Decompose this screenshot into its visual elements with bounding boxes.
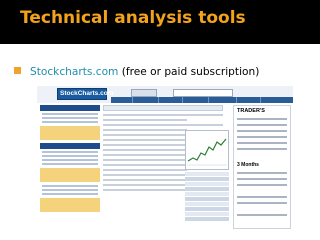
advertisement-panel: TRADER'S 3 Months bbox=[233, 105, 291, 229]
ad-title: TRADER'S bbox=[237, 108, 265, 114]
content-text-line bbox=[103, 169, 187, 171]
table-row bbox=[185, 182, 229, 186]
ad-text-line bbox=[237, 118, 287, 120]
sidebar-text-line bbox=[42, 185, 98, 187]
content-text-line bbox=[103, 124, 223, 126]
ad-text-line bbox=[237, 178, 287, 180]
sidebar-text-line bbox=[42, 193, 98, 195]
sidebar-header bbox=[40, 143, 100, 149]
nav-item bbox=[111, 97, 133, 103]
ad-text-line bbox=[237, 124, 287, 126]
content-text-line bbox=[103, 139, 187, 141]
ad-text-line bbox=[237, 184, 287, 186]
nav-item bbox=[209, 97, 237, 103]
content-text-line bbox=[103, 129, 187, 131]
sidebar-text-line bbox=[42, 121, 98, 123]
ad-text-line bbox=[237, 130, 287, 132]
sidebar-text-line bbox=[42, 113, 98, 115]
ad-text-line bbox=[237, 142, 287, 144]
table-row bbox=[185, 202, 229, 206]
bullet-item: Stockcharts.com (free or paid subscripti… bbox=[14, 66, 259, 82]
ad-subtitle: 3 Months bbox=[237, 162, 259, 168]
table-row bbox=[185, 187, 229, 191]
site-header: StockCharts.com bbox=[37, 86, 293, 103]
mini-chart-graphic bbox=[187, 138, 227, 166]
sidebar-text-line bbox=[42, 155, 98, 157]
stockcharts-logo: StockCharts.com bbox=[57, 88, 113, 100]
sidebar-text-line bbox=[42, 117, 98, 119]
site-nav-bar bbox=[111, 97, 293, 103]
content-text-line bbox=[103, 189, 187, 191]
bullet-text: (free or paid subscription) bbox=[118, 66, 260, 78]
content-text-line bbox=[103, 179, 187, 181]
ad-text-line bbox=[237, 148, 287, 150]
stockcharts-link[interactable]: Stockcharts.com bbox=[30, 66, 118, 78]
stockcharts-screenshot: StockCharts.com TRADER'S 3 Months bbox=[37, 86, 293, 232]
sidebar-text-line bbox=[42, 189, 98, 191]
mini-stock-chart bbox=[185, 130, 229, 170]
sidebar-promo-block bbox=[40, 126, 100, 140]
nav-item bbox=[183, 97, 209, 103]
table-row bbox=[185, 172, 229, 176]
search-input bbox=[173, 89, 233, 97]
sidebar-promo-block bbox=[40, 168, 100, 182]
logo-text: StockCharts.com bbox=[60, 90, 114, 97]
site-sidebar bbox=[40, 105, 100, 229]
sidebar-text-line bbox=[42, 159, 98, 161]
sidebar-text-line bbox=[42, 151, 98, 153]
table-row bbox=[185, 207, 229, 211]
nav-item bbox=[133, 97, 159, 103]
nav-item bbox=[159, 97, 183, 103]
main-content-header bbox=[103, 105, 223, 111]
title-bar: Technical analysis tools bbox=[0, 0, 320, 44]
ad-text-line bbox=[237, 172, 287, 174]
nav-item bbox=[237, 97, 261, 103]
slide-title: Technical analysis tools bbox=[20, 8, 246, 28]
ad-text-line bbox=[237, 136, 287, 138]
table-row bbox=[185, 177, 229, 181]
account-button bbox=[131, 89, 157, 97]
sidebar-promo-block bbox=[40, 198, 100, 212]
market-summary-table bbox=[185, 172, 229, 227]
table-row bbox=[185, 197, 229, 201]
table-row bbox=[185, 212, 229, 216]
ad-text-line bbox=[237, 202, 287, 204]
ad-text-line bbox=[237, 214, 287, 216]
content-text-line bbox=[103, 149, 187, 151]
content-text-line bbox=[103, 159, 187, 161]
content-text-line bbox=[103, 119, 187, 121]
table-row bbox=[185, 217, 229, 221]
bullet-square-icon bbox=[14, 67, 21, 74]
sidebar-header bbox=[40, 105, 100, 111]
table-row bbox=[185, 192, 229, 196]
ad-text-line bbox=[237, 196, 287, 198]
content-text-line bbox=[103, 114, 223, 116]
sidebar-text-line bbox=[42, 163, 98, 165]
